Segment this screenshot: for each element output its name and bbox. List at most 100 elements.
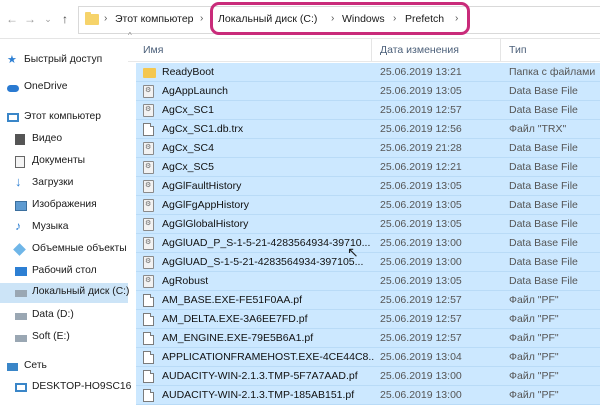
file-row[interactable]: AM_BASE.EXE-FE51F0AA.pf 25.06.2019 12:57 Ф… <box>136 291 600 310</box>
file-date: 25.06.2019 13:00 <box>380 256 462 268</box>
file-row[interactable]: ReadyBoot 25.06.2019 13:21 Папка с файлами <box>136 63 600 82</box>
file-name: AUDACITY-WIN-2.1.3.TMP-5F7A7AAD.pf <box>162 370 358 382</box>
cloud-icon <box>7 85 19 92</box>
sidebar-item-label: Музыка <box>32 221 69 232</box>
file-row[interactable]: AgCx_SC4 25.06.2019 21:28 Data Base File <box>136 139 600 158</box>
file-row[interactable]: AgGlUAD_P_S-1-5-21-4283564934-39710... 25… <box>136 234 600 253</box>
column-header-date[interactable]: Дата изменения <box>380 44 459 56</box>
file-row[interactable]: AUDACITY-WIN-2.1.3.TMP-185AB151.pf 25.06.… <box>136 386 600 405</box>
database-file-icon <box>143 275 154 288</box>
breadcrumb-this-pc[interactable]: Этот компьютер <box>115 13 194 25</box>
folder-icon <box>85 12 99 25</box>
file-date: 25.06.2019 12:21 <box>380 161 462 173</box>
file-type: Файл "TRX" <box>509 123 567 135</box>
file-type: Data Base File <box>509 218 578 230</box>
file-row[interactable]: AgCx_SC1 25.06.2019 12:57 Data Base File <box>136 101 600 120</box>
file-type: Data Base File <box>509 180 578 192</box>
file-name: AgGlUAD_P_S-1-5-21-4283564934-39710... <box>162 237 371 249</box>
file-name: AM_DELTA.EXE-3A6EE7FD.pf <box>162 313 308 325</box>
sidebar-item-label: Data (D:) <box>32 309 74 320</box>
file-type: Data Base File <box>509 104 578 116</box>
sidebar-item-3d-objects[interactable]: Объемные объекты <box>0 240 128 260</box>
sidebar-item-downloads[interactable]: ↓ Загрузки <box>0 174 128 194</box>
file-date: 25.06.2019 13:05 <box>380 199 462 211</box>
file-row[interactable]: AUDACITY-WIN-2.1.3.TMP-5F7A7AAD.pf 25.06.… <box>136 367 600 386</box>
file-type: Data Base File <box>509 275 578 287</box>
sidebar-item-onedrive[interactable]: OneDrive <box>0 78 128 98</box>
desktop-icon <box>15 267 27 276</box>
database-file-icon <box>143 237 154 250</box>
back-arrow-icon[interactable]: ← <box>5 11 19 27</box>
column-header-type[interactable]: Тип <box>509 44 527 56</box>
file-date: 25.06.2019 12:57 <box>380 294 462 306</box>
file-type: Файл "PF" <box>509 313 559 325</box>
sidebar-item-label: Объемные объекты <box>32 243 127 254</box>
column-divider[interactable] <box>371 39 372 61</box>
sidebar-item-videos[interactable]: Видео <box>0 130 128 150</box>
drive-icon <box>15 335 27 342</box>
file-date: 25.06.2019 13:21 <box>380 66 462 78</box>
sidebar-item-documents[interactable]: Документы <box>0 152 128 172</box>
file-row[interactable]: APPLICATIONFRAMEHOST.EXE-4CE44C8... 25.06… <box>136 348 600 367</box>
file-name: APPLICATIONFRAMEHOST.EXE-4CE44C8... <box>162 351 374 363</box>
recent-locations-chevron-icon[interactable]: ⌄ <box>41 11 55 27</box>
sidebar-item-quick-access[interactable]: ★ Быстрый доступ <box>0 51 128 71</box>
sidebar-item-label: Сеть <box>24 360 47 371</box>
file-date: 25.06.2019 13:00 <box>380 389 462 401</box>
file-date: 25.06.2019 13:00 <box>380 237 462 249</box>
sidebar-item-label: Видео <box>32 133 63 144</box>
sidebar-item-music[interactable]: ♪ Музыка <box>0 218 128 238</box>
file-row[interactable]: AgAppLaunch 25.06.2019 13:05 Data Base Fil… <box>136 82 600 101</box>
navigation-pane: ★ Быстрый доступ OneDrive Этот компьютер… <box>0 39 131 404</box>
chevron-right-icon[interactable]: › <box>200 13 203 24</box>
database-file-icon <box>143 256 154 269</box>
file-date: 25.06.2019 12:57 <box>380 332 462 344</box>
file-type: Data Base File <box>509 161 578 173</box>
sidebar-item-desktop[interactable]: Рабочий стол <box>0 262 128 282</box>
forward-arrow-icon[interactable]: → <box>23 11 37 27</box>
file-row[interactable]: AM_DELTA.EXE-3A6EE7FD.pf 25.06.2019 12:57… <box>136 310 600 329</box>
sidebar-item-network[interactable]: Сеть <box>0 357 128 377</box>
sidebar-item-data-d[interactable]: Data (D:) <box>0 306 128 326</box>
sidebar-item-label: Локальный диск (C:) <box>32 286 130 297</box>
file-type: Data Base File <box>509 199 578 211</box>
sidebar-item-label: Быстрый доступ <box>24 54 103 65</box>
file-row[interactable]: AgGlFgAppHistory 25.06.2019 13:05 Data Bas… <box>136 196 600 215</box>
sidebar-item-local-disk-c[interactable]: Локальный диск (C:) <box>0 283 130 303</box>
sidebar-item-desktop-host[interactable]: DESKTOP-HO9SC16 <box>0 378 131 398</box>
file-type: Файл "PF" <box>509 332 559 344</box>
pictures-icon <box>15 201 27 211</box>
file-row[interactable]: AgGlGlobalHistory 25.06.2019 13:05 Data Ba… <box>136 215 600 234</box>
file-type: Data Base File <box>509 142 578 154</box>
file-icon <box>143 123 154 136</box>
chevron-right-icon[interactable]: › <box>104 13 107 24</box>
file-name: AgRobust <box>162 275 209 287</box>
file-row[interactable]: AgRobust 25.06.2019 13:05 Data Base File <box>136 272 600 291</box>
up-arrow-icon[interactable]: ↑ <box>58 11 72 27</box>
file-date: 25.06.2019 21:28 <box>380 142 462 154</box>
database-file-icon <box>143 161 154 174</box>
file-row[interactable]: AgGlUAD_S-1-5-21-4283564934-397105... 25.… <box>136 253 600 272</box>
sidebar-item-this-pc[interactable]: Этот компьютер <box>0 108 128 128</box>
folder-icon <box>143 68 156 78</box>
file-date: 25.06.2019 13:05 <box>380 275 462 287</box>
file-row[interactable]: AgGlFaultHistory 25.06.2019 13:05 Data Bas… <box>136 177 600 196</box>
file-name: AM_BASE.EXE-FE51F0AA.pf <box>162 294 303 306</box>
file-row[interactable]: AM_ENGINE.EXE-79E5B6A1.pf 25.06.2019 12:5… <box>136 329 600 348</box>
file-name: AgCx_SC5 <box>162 161 214 173</box>
music-icon: ♪ <box>15 219 21 233</box>
file-icon <box>143 294 154 307</box>
file-row[interactable]: AgCx_SC1.db.trx 25.06.2019 12:56 Файл "TRX… <box>136 120 600 139</box>
file-date: 25.06.2019 13:05 <box>380 85 462 97</box>
file-name: AgCx_SC1.db.trx <box>162 123 244 135</box>
sidebar-item-pictures[interactable]: Изображения <box>0 196 128 216</box>
sidebar-item-soft-e[interactable]: Soft (E:) <box>0 328 128 348</box>
file-icon <box>143 389 154 402</box>
column-header: Имя Дата изменения Тип <box>128 39 600 62</box>
column-header-name[interactable]: Имя <box>143 44 163 56</box>
column-divider[interactable] <box>500 39 501 61</box>
file-date: 25.06.2019 13:04 <box>380 351 462 363</box>
video-icon <box>15 134 25 145</box>
file-icon <box>143 351 154 364</box>
file-row[interactable]: AgCx_SC5 25.06.2019 12:21 Data Base File <box>136 158 600 177</box>
